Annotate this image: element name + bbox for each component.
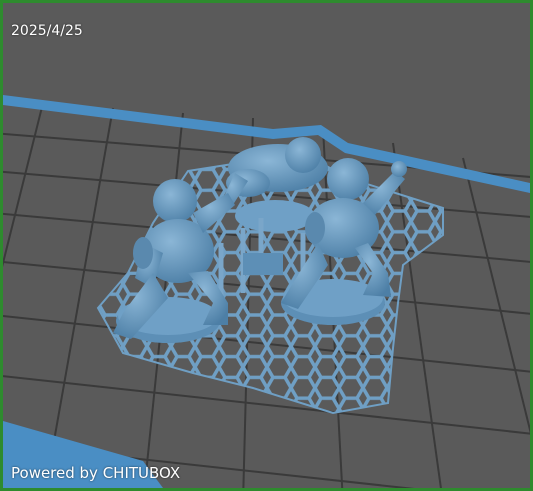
base-center [235, 200, 315, 232]
build-plate-scene[interactable] [3, 3, 530, 488]
support-post-base [243, 253, 283, 275]
powered-by-label: Powered by CHITUBOX [11, 464, 181, 482]
date-label: 2025/4/25 [11, 23, 83, 39]
chitubox-3d-viewport[interactable]: 2025/4/25 Powered by CHITUBOX [0, 0, 533, 491]
